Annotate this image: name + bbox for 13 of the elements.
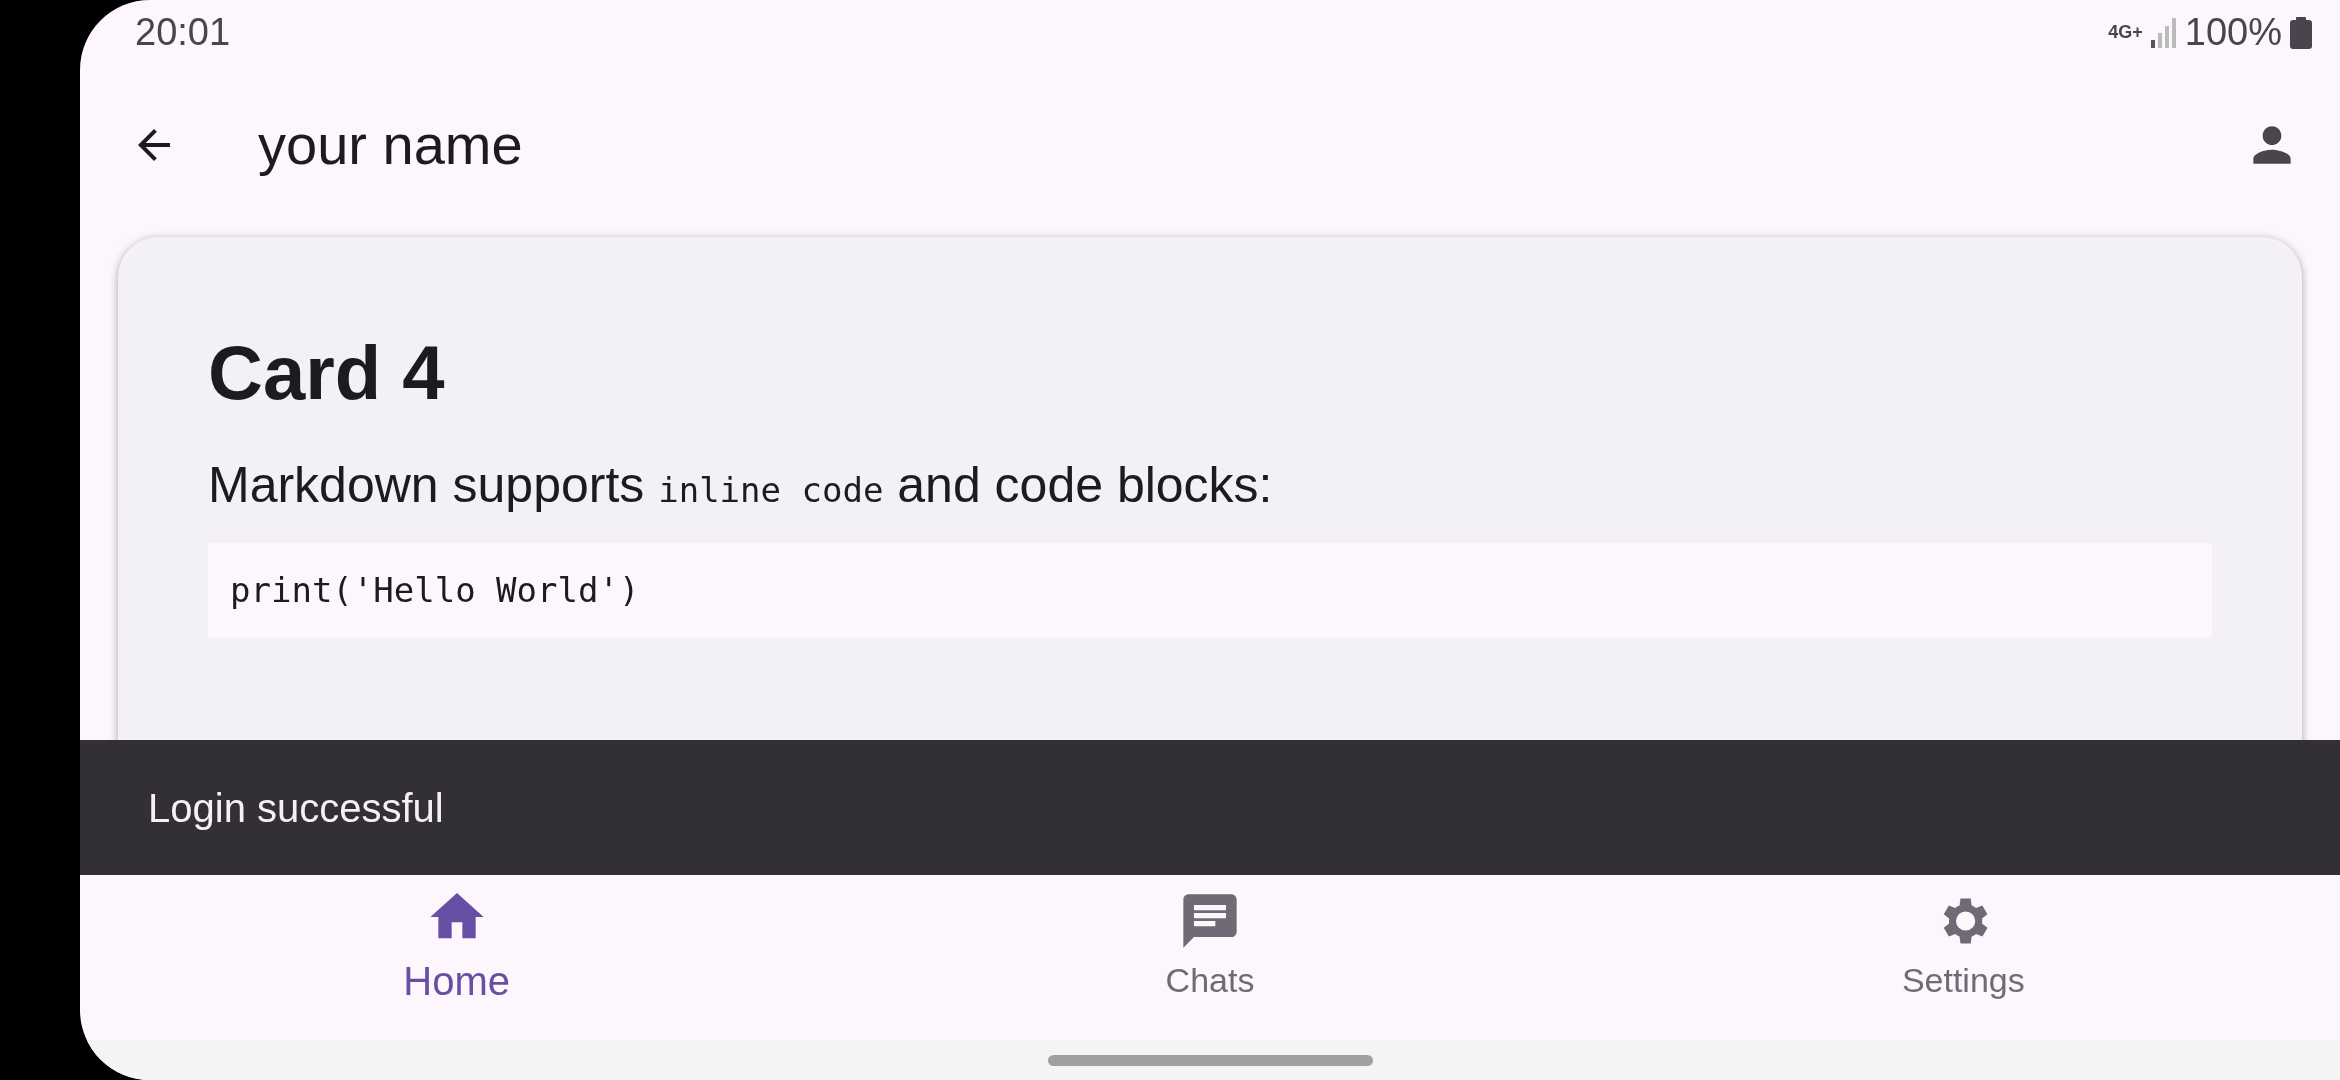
nav-tab[interactable]: Settings xyxy=(1586,875,2340,1040)
battery-icon xyxy=(2290,16,2312,49)
clock-time: 20:01 xyxy=(135,10,231,55)
network-type: 4G+ xyxy=(2108,21,2143,44)
signal-icon xyxy=(2150,17,2177,48)
code-block: print('Hello World') xyxy=(208,543,2212,639)
nav-tab[interactable]: Home xyxy=(80,875,834,1040)
nav-tab[interactable]: Chats xyxy=(833,875,1587,1040)
card-paragraph: Markdown supports inline code and code blocks: xyxy=(208,456,1274,516)
battery-percent: 100% xyxy=(2184,10,2282,55)
app-title: your name xyxy=(258,112,523,178)
snackbar-message: Login successful xyxy=(148,784,444,832)
card-title: Card 4 xyxy=(208,329,446,417)
